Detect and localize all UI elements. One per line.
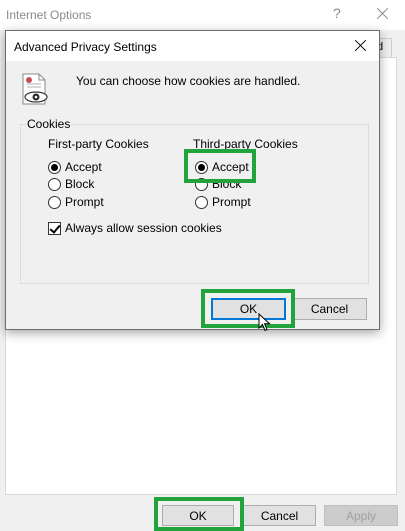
background-window-title: Internet Options [6,8,92,22]
background-titlebar: Internet Options ? [0,0,405,30]
first-party-prompt-radio[interactable]: Prompt [48,194,104,210]
radio-label: Block [65,177,95,191]
background-close-icon[interactable] [372,3,394,25]
highlight-dialog-ok [201,289,295,328]
checkbox-label: Always allow session cookies [65,221,222,235]
document-eye-icon [22,73,48,105]
session-cookies-checkbox[interactable]: Always allow session cookies [48,220,222,236]
intro-text: You can choose how cookies are handled. [76,74,301,88]
cursor-icon [258,313,271,332]
dialog-titlebar: Advanced Privacy Settings [6,31,379,61]
first-party-heading: First-party Cookies [48,137,149,151]
checkbox-indicator[interactable] [48,221,61,235]
first-party-accept-radio[interactable]: Accept [48,159,102,175]
dialog-title: Advanced Privacy Settings [14,40,157,54]
highlight-third-party-accept [184,149,256,183]
close-icon[interactable] [350,35,372,57]
help-button[interactable]: ? [333,5,341,21]
cookies-group-label: Cookies [26,117,72,131]
radio-label: Accept [65,160,102,174]
dialog-cancel-button[interactable]: Cancel [292,298,367,320]
radio-indicator[interactable] [48,160,61,174]
highlight-background-ok [154,497,244,531]
radio-label: Prompt [65,195,104,209]
radio-indicator[interactable] [48,177,61,191]
background-apply-button[interactable]: Apply [324,505,398,526]
advanced-privacy-dialog: Advanced Privacy Settings You can choose… [5,30,380,330]
radio-indicator[interactable] [48,195,61,209]
radio-label: Prompt [212,195,251,209]
radio-indicator[interactable] [195,195,208,209]
background-cancel-button[interactable]: Cancel [243,505,316,526]
third-party-prompt-radio[interactable]: Prompt [195,194,251,210]
first-party-block-radio[interactable]: Block [48,176,94,192]
